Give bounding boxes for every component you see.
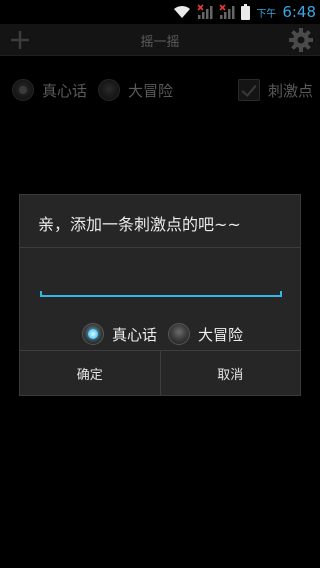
status-bar: 下午 6:48 [0,0,320,24]
dialog-divider [20,247,300,248]
truth-label: 真心话 [42,81,88,100]
signal-x-icon [219,4,235,19]
item-text-input[interactable] [40,269,282,297]
dare-label: 大冒险 [128,81,174,100]
dialog-truth-label: 真心话 [112,325,158,344]
confirm-button[interactable]: 确定 [20,351,160,395]
dialog-truth-option[interactable]: 真心话 [82,319,157,349]
gear-icon[interactable] [288,27,314,53]
dialog-type-radios: 真心话 大冒险 [20,319,300,349]
page-title: 摇一摇 [140,35,180,50]
cancel-button[interactable]: 取消 [159,351,301,395]
exciting-option[interactable]: 刺激点 [238,72,313,108]
dialog-truth-radio[interactable] [82,323,104,345]
truth-radio[interactable] [12,79,34,101]
wifi-icon [174,5,191,18]
truth-option[interactable]: 真心话 [12,72,87,108]
battery-icon [241,4,251,20]
add-item-dialog: 亲，添加一条刺激点的吧~~ 真心话 大冒险 确定 取消 [19,194,301,396]
dare-option[interactable]: 大冒险 [98,72,173,108]
status-icons: 下午 6:48 [173,0,316,24]
input-underline [40,291,282,297]
dialog-dare-radio[interactable] [168,323,190,345]
dialog-title: 亲，添加一条刺激点的吧~~ [38,215,241,234]
dialog-dare-label: 大冒险 [198,325,244,344]
status-time: 6:48 [282,3,316,21]
signal-x-icon [197,4,213,19]
mode-options: 真心话 大冒险 刺激点 [0,72,320,108]
action-bar: 摇一摇 [0,24,320,56]
dialog-dare-option[interactable]: 大冒险 [168,319,243,349]
exciting-label: 刺激点 [268,81,314,100]
status-ampm: 下午 [256,8,277,20]
dialog-buttons: 确定 取消 [20,350,300,395]
dare-radio[interactable] [98,79,120,101]
exciting-checkbox[interactable] [238,79,260,101]
